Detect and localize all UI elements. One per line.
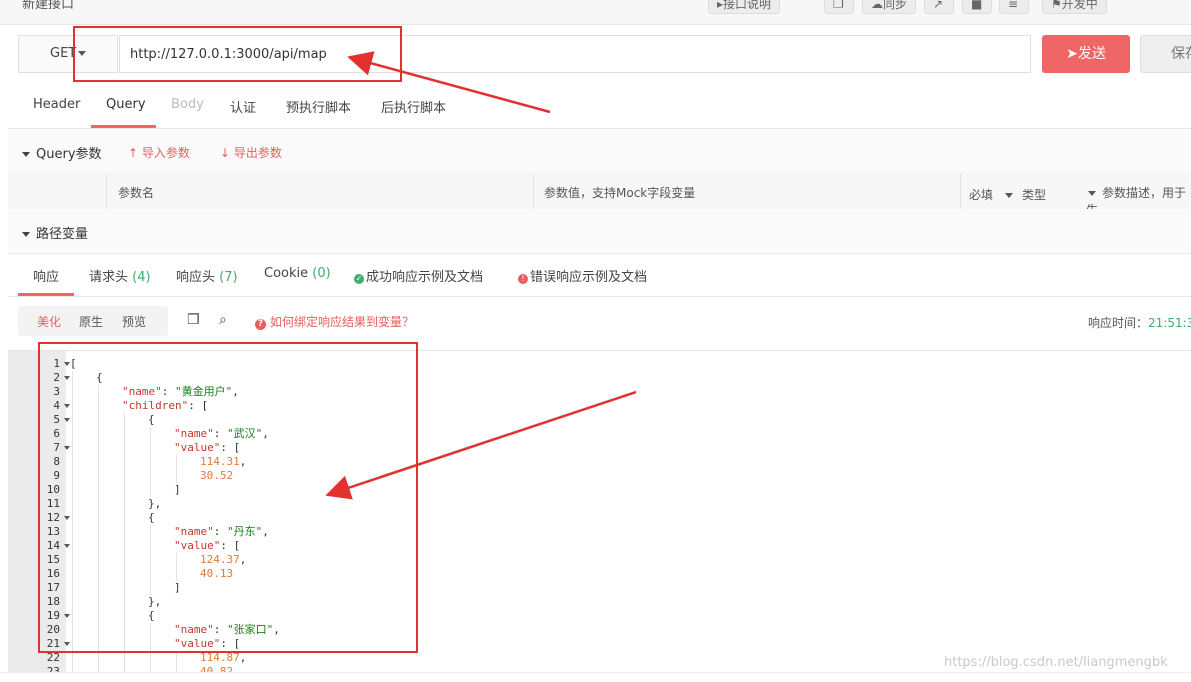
- annotation-arrows: [325, 51, 637, 500]
- arrow-to-response: [325, 390, 637, 500]
- arrow-to-url: [347, 51, 551, 114]
- watermark: https://blog.csdn.net/liangmengbk: [944, 655, 1168, 670]
